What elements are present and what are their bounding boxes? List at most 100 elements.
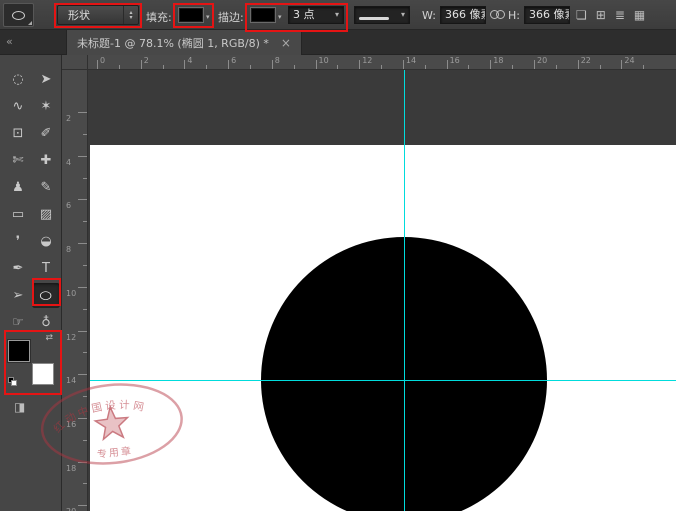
ruler-tick [78, 462, 87, 463]
document-tab-title: 未标题-1 @ 78.1% (椭圆 1, RGB/8) * [77, 35, 269, 51]
shape-height-value: 366 像素 [529, 8, 570, 21]
stroke-width-caret-icon: ▾ [331, 7, 339, 23]
toolbar-collapse-chevrons-icon[interactable]: « [6, 35, 13, 48]
ruler-tick [228, 60, 229, 69]
stroke-color-swatch[interactable] [250, 7, 276, 23]
preset-dropdown-arrow-icon [28, 21, 32, 25]
lasso-tool-icon: ∿ [13, 99, 24, 114]
ruler-tick [78, 418, 87, 419]
hand-tool-icon: ☞ [12, 315, 24, 330]
background-color-swatch[interactable] [32, 363, 54, 385]
vertical-ruler[interactable]: 2468101214161820 [62, 70, 88, 511]
path-alignment-icon[interactable]: ⊞ [596, 6, 606, 24]
ruler-tick [78, 331, 87, 332]
height-label: H: [508, 9, 520, 22]
horizontal-ruler[interactable]: 024681012141618202224 [88, 55, 676, 70]
lasso-tool-icon[interactable]: ∿ [4, 94, 32, 119]
path-operations-icon[interactable]: ❏ [576, 6, 587, 24]
tool-preset-picker[interactable] [3, 3, 34, 27]
zoom-tool-icon[interactable]: ♁ [32, 310, 60, 335]
fill-color-swatch[interactable] [178, 7, 204, 23]
magic-wand-tool-icon[interactable]: ✶ [32, 94, 60, 119]
type-tool-icon: T [42, 261, 50, 276]
brush-tool-icon: ✎ [41, 180, 52, 195]
tool-mode-dropdown[interactable]: 形状 ▴▾ [57, 5, 139, 25]
horizontal-guide[interactable] [90, 380, 676, 381]
ruler-tick [141, 60, 142, 69]
shape-width-input[interactable]: 366 像素 [440, 6, 486, 24]
type-tool-icon[interactable]: T [32, 256, 60, 281]
color-swatches: ⇄ [8, 335, 56, 387]
ruler-tick [97, 60, 98, 69]
fill-dropdown-arrow-icon[interactable]: ▾ [206, 13, 210, 21]
ruler-number: 18 [66, 464, 76, 473]
path-selection-tool-icon[interactable]: ➢ [4, 283, 32, 308]
pen-tool-icon[interactable]: ✒ [4, 256, 32, 281]
move-tool-icon: ➤ [41, 72, 52, 87]
tab-close-icon[interactable]: × [281, 36, 291, 50]
elliptical-marquee-tool-icon: ◌ [12, 72, 23, 87]
ruler-tick [184, 60, 185, 69]
elliptical-marquee-tool-icon[interactable]: ◌ [4, 67, 32, 92]
stroke-style-dropdown[interactable]: ▾ [354, 6, 410, 24]
document-tab[interactable]: 未标题-1 @ 78.1% (椭圆 1, RGB/8) * × [66, 30, 302, 55]
move-tool-icon[interactable]: ➤ [32, 67, 60, 92]
ruler-tick [272, 60, 273, 69]
ellipse-preset-icon [12, 11, 25, 20]
hand-tool-icon[interactable]: ☞ [4, 310, 32, 335]
default-colors-icon[interactable] [8, 377, 18, 387]
ruler-tick-minor [250, 65, 251, 69]
document-viewport[interactable] [88, 70, 676, 511]
fill-label: 填充: [146, 9, 172, 25]
ruler-tick-minor [83, 309, 87, 310]
options-right-icons: ❏ ⊞ ≣ ▦ [576, 6, 645, 24]
ruler-tick-minor [119, 65, 120, 69]
swap-colors-icon[interactable]: ⇄ [45, 333, 53, 343]
link-dimensions-icon[interactable] [490, 10, 506, 20]
ruler-tick [403, 60, 404, 69]
width-label: W: [422, 9, 436, 22]
ruler-origin-corner[interactable] [62, 55, 88, 70]
crop-tool-icon: ⊡ [13, 126, 24, 141]
dropdown-spinner-icon[interactable]: ▴▾ [123, 6, 138, 24]
dodge-tool-icon[interactable]: ◒ [32, 229, 60, 254]
ruler-number: 8 [66, 245, 71, 254]
ruler-number: 16 [66, 420, 76, 429]
path-arrange-icon[interactable]: ≣ [615, 6, 625, 24]
ruler-tick-minor [83, 221, 87, 222]
ruler-number: 18 [493, 56, 503, 65]
eraser-tool-icon[interactable]: ▭ [4, 202, 32, 227]
foreground-color-swatch[interactable] [8, 340, 30, 362]
magic-wand-tool-icon: ✶ [41, 99, 52, 114]
stroke-width-dropdown[interactable]: 3 点 ▾ [288, 6, 344, 24]
ruler-tick-minor [556, 65, 557, 69]
pen-tool-icon: ✒ [13, 261, 24, 276]
ruler-tick [359, 60, 360, 69]
patch-tool-icon[interactable]: ✄ [4, 148, 32, 173]
eyedropper-tool-icon[interactable]: ✐ [32, 121, 60, 146]
eyedropper-tool-icon: ✐ [41, 126, 52, 141]
ruler-tick-minor [163, 65, 164, 69]
shape-height-input[interactable]: 366 像素 [524, 6, 570, 24]
blur-tool-icon[interactable]: ❜ [4, 229, 32, 254]
tool-options-bar: 形状 ▴▾ 填充: ▾ 描边: ▾ 3 点 ▾ ▾ W: 366 像素 H: 3… [0, 0, 676, 30]
ruler-number: 14 [406, 56, 416, 65]
ruler-tick-minor [643, 65, 644, 69]
ruler-tick-minor [83, 396, 87, 397]
ruler-tick-minor [381, 65, 382, 69]
workspace-options-icon[interactable]: ▦ [634, 6, 645, 24]
quick-mask-icon[interactable]: ◨ [14, 400, 25, 414]
brush-tool-icon[interactable]: ✎ [32, 175, 60, 200]
vertical-guide[interactable] [404, 70, 405, 511]
clone-stamp-tool-icon[interactable]: ♟ [4, 175, 32, 200]
stroke-dropdown-arrow-icon[interactable]: ▾ [278, 13, 282, 21]
ellipse-tool-icon[interactable]: ○ [32, 283, 60, 308]
gradient-tool-icon[interactable]: ▨ [32, 202, 60, 227]
ruler-tick [578, 60, 579, 69]
healing-brush-tool-icon[interactable]: ✚ [32, 148, 60, 173]
ruler-number: 10 [319, 56, 329, 65]
healing-brush-tool-icon: ✚ [41, 153, 52, 168]
ruler-tick-minor [294, 65, 295, 69]
ruler-number: 4 [66, 158, 71, 167]
crop-tool-icon[interactable]: ⊡ [4, 121, 32, 146]
